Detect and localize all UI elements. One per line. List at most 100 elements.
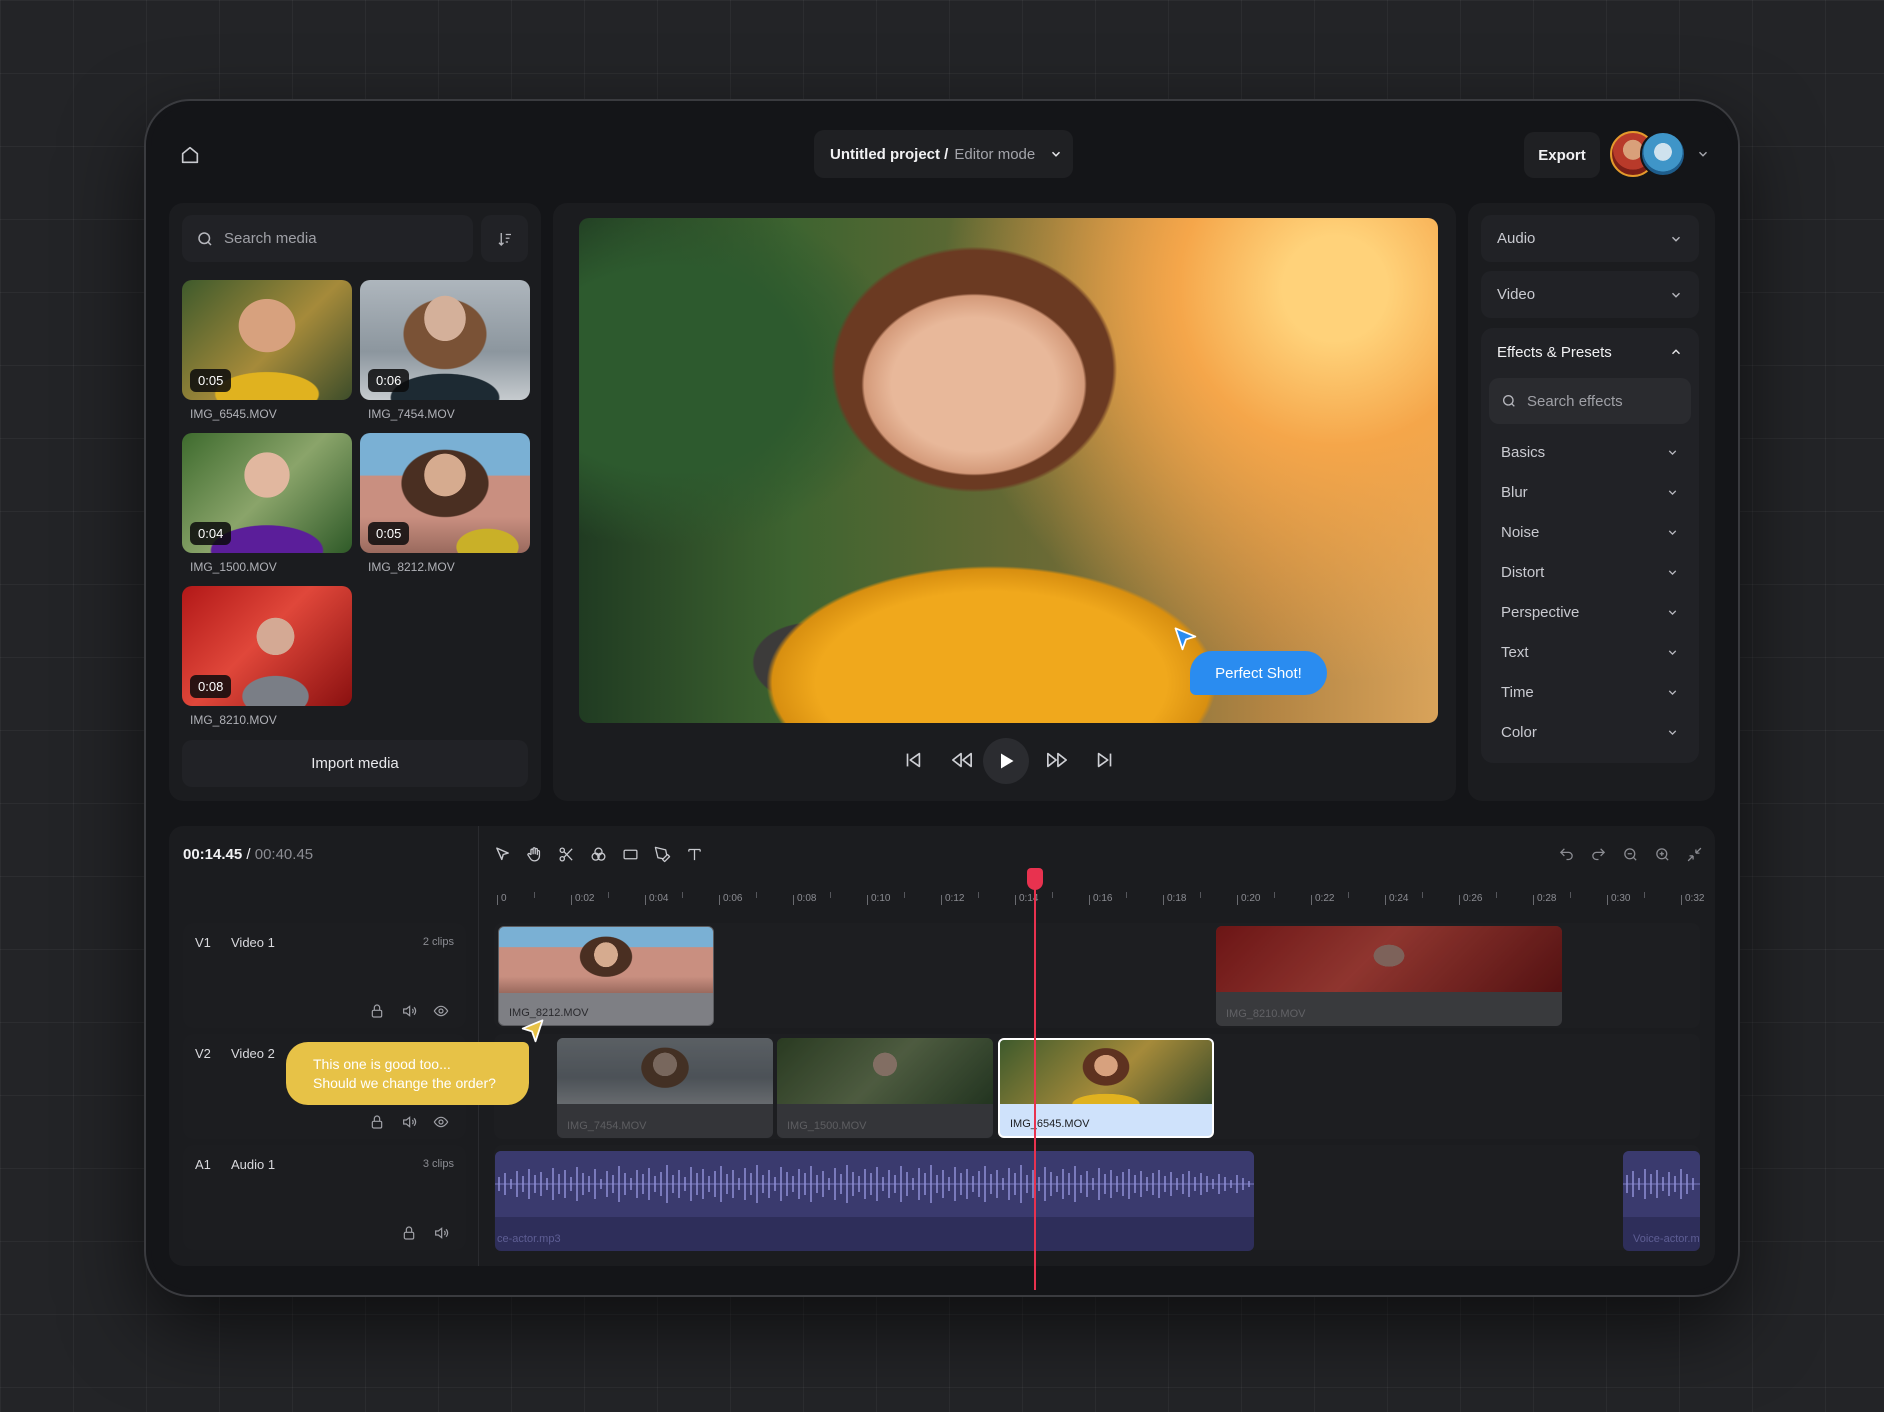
clip-v1-img-8210[interactable]: IMG_8210.MOV (1216, 926, 1562, 1026)
home-icon[interactable] (179, 144, 201, 166)
effect-item-text[interactable]: Text (1481, 634, 1699, 670)
media-name: IMG_8212.MOV (368, 560, 455, 574)
comment-bubble[interactable]: Perfect Shot! (1190, 651, 1327, 695)
import-media-button[interactable]: Import media (182, 740, 528, 787)
ruler-tick (719, 895, 720, 905)
track-id: V2 (195, 1046, 211, 1061)
scissors-icon[interactable] (558, 846, 575, 863)
rectangle-tool-icon[interactable] (622, 846, 639, 863)
duration-badge: 0:06 (368, 369, 410, 392)
clip-v2-img-1500[interactable]: IMG_1500.MOV (777, 1038, 993, 1138)
ruler-tick (1126, 892, 1127, 898)
ruler-label: 0:06 (723, 893, 743, 904)
collapse-icon[interactable] (1686, 846, 1703, 863)
rewind-icon[interactable] (950, 749, 974, 771)
effect-item-distort[interactable]: Distort (1481, 554, 1699, 590)
media-thumbnail[interactable]: 0:05 (360, 433, 530, 553)
chevron-down-icon (1669, 232, 1683, 246)
lock-icon[interactable] (369, 1003, 385, 1019)
project-name: Untitled project / (830, 145, 949, 163)
skip-end-icon[interactable] (1094, 749, 1116, 771)
select-tool-icon[interactable] (494, 846, 511, 863)
clip-label: IMG_1500.MOV (787, 1120, 867, 1132)
search-media-input[interactable]: Search media (182, 215, 473, 262)
play-button[interactable] (983, 738, 1029, 784)
track-name: Audio 1 (231, 1157, 276, 1172)
avatar[interactable] (1640, 131, 1686, 177)
pen-tool-icon[interactable] (654, 846, 671, 863)
sort-icon (496, 230, 514, 248)
lock-icon[interactable] (369, 1114, 385, 1130)
export-button[interactable]: Export (1524, 132, 1600, 178)
effect-item-perspective[interactable]: Perspective (1481, 594, 1699, 630)
effect-item-basics[interactable]: Basics (1481, 434, 1699, 470)
fast-forward-icon[interactable] (1045, 749, 1069, 771)
ruler-tick (1163, 895, 1164, 905)
effect-item-time[interactable]: Time (1481, 674, 1699, 710)
eye-icon[interactable] (433, 1114, 449, 1130)
effect-item-noise[interactable]: Noise (1481, 514, 1699, 550)
volume-icon[interactable] (433, 1225, 449, 1241)
properties-panel: Audio Video Effects & Presets Search eff… (1468, 203, 1715, 801)
clip-v2-img-7454[interactable]: IMG_7454.MOV (557, 1038, 773, 1138)
ruler-tick (1533, 895, 1534, 905)
ruler-tick (793, 895, 794, 905)
clip-a1-voice-actor[interactable]: ce-actor.mp3 (495, 1151, 1254, 1251)
hand-tool-icon[interactable] (526, 846, 543, 863)
search-effects-input[interactable]: Search effects (1489, 378, 1691, 424)
media-name: IMG_6545.MOV (190, 407, 277, 421)
lock-icon[interactable] (401, 1225, 417, 1241)
media-thumbnail[interactable]: 0:04 (182, 433, 352, 553)
playhead[interactable] (1034, 868, 1036, 1290)
skip-start-icon[interactable] (902, 749, 924, 771)
ruler-tick (1496, 892, 1497, 898)
import-media-label: Import media (311, 755, 399, 772)
editor-mode: Editor mode (954, 145, 1036, 163)
video-section[interactable]: Video (1481, 271, 1699, 318)
chevron-down-icon (1666, 566, 1679, 579)
eye-icon[interactable] (433, 1003, 449, 1019)
redo-icon[interactable] (1590, 846, 1607, 863)
media-thumbnail[interactable]: 0:06 (360, 280, 530, 400)
ruler-label: 0:22 (1315, 893, 1335, 904)
timeline-ruler[interactable]: 0 0:02 0:04 0:06 0:08 0:10 0:12 0:14 0:16 0:18 0:2… (491, 886, 1716, 912)
effects-header[interactable]: Effects & Presets (1481, 328, 1699, 376)
clip-thumbnail (1216, 926, 1562, 992)
effect-label: Perspective (1501, 603, 1580, 621)
track-header-a1: A1 Audio 1 3 clips (183, 1145, 466, 1250)
media-thumbnail[interactable]: 0:05 (182, 280, 352, 400)
clip-label: ce-actor.mp3 (497, 1233, 561, 1245)
comment-text: This one is good too... Should we change… (313, 1055, 496, 1091)
comment-bubble[interactable]: This one is good too... Should we change… (286, 1042, 529, 1105)
clip-a1-voice-actor-2[interactable]: Voice-actor.m (1623, 1151, 1700, 1251)
blend-tool-icon[interactable] (590, 846, 607, 863)
playhead-handle[interactable] (1027, 868, 1043, 890)
ruler-tick (1237, 895, 1238, 905)
zoom-out-icon[interactable] (1622, 846, 1639, 863)
volume-icon[interactable] (401, 1114, 417, 1130)
play-icon (996, 751, 1016, 771)
ruler-tick (1459, 895, 1460, 905)
effect-item-color[interactable]: Color (1481, 714, 1699, 750)
sort-button[interactable] (481, 215, 528, 262)
chevron-down-icon[interactable] (1696, 147, 1710, 161)
project-selector[interactable]: Untitled project / Editor mode (814, 130, 1073, 178)
zoom-in-icon[interactable] (1654, 846, 1671, 863)
ruler-tick (1644, 892, 1645, 898)
comment-text: Perfect Shot! (1215, 664, 1302, 682)
audio-section[interactable]: Audio (1481, 215, 1699, 262)
volume-icon[interactable] (401, 1003, 417, 1019)
clip-v2-img-6545[interactable]: IMG_6545.MOV (998, 1038, 1214, 1138)
media-thumbnail[interactable]: 0:08 (182, 586, 352, 706)
ruler-tick (830, 892, 831, 898)
track-id: V1 (195, 935, 211, 950)
undo-icon[interactable] (1558, 846, 1575, 863)
effect-item-blur[interactable]: Blur (1481, 474, 1699, 510)
video-preview[interactable] (579, 218, 1438, 723)
editor-screen: Untitled project / Editor mode Export Se… (151, 106, 1733, 1290)
text-tool-icon[interactable] (686, 846, 703, 863)
ruler-tick (1348, 892, 1349, 898)
clip-v1-img-8212[interactable]: IMG_8212.MOV (498, 926, 714, 1026)
ruler-tick (497, 895, 498, 905)
ruler-tick (1052, 892, 1053, 898)
